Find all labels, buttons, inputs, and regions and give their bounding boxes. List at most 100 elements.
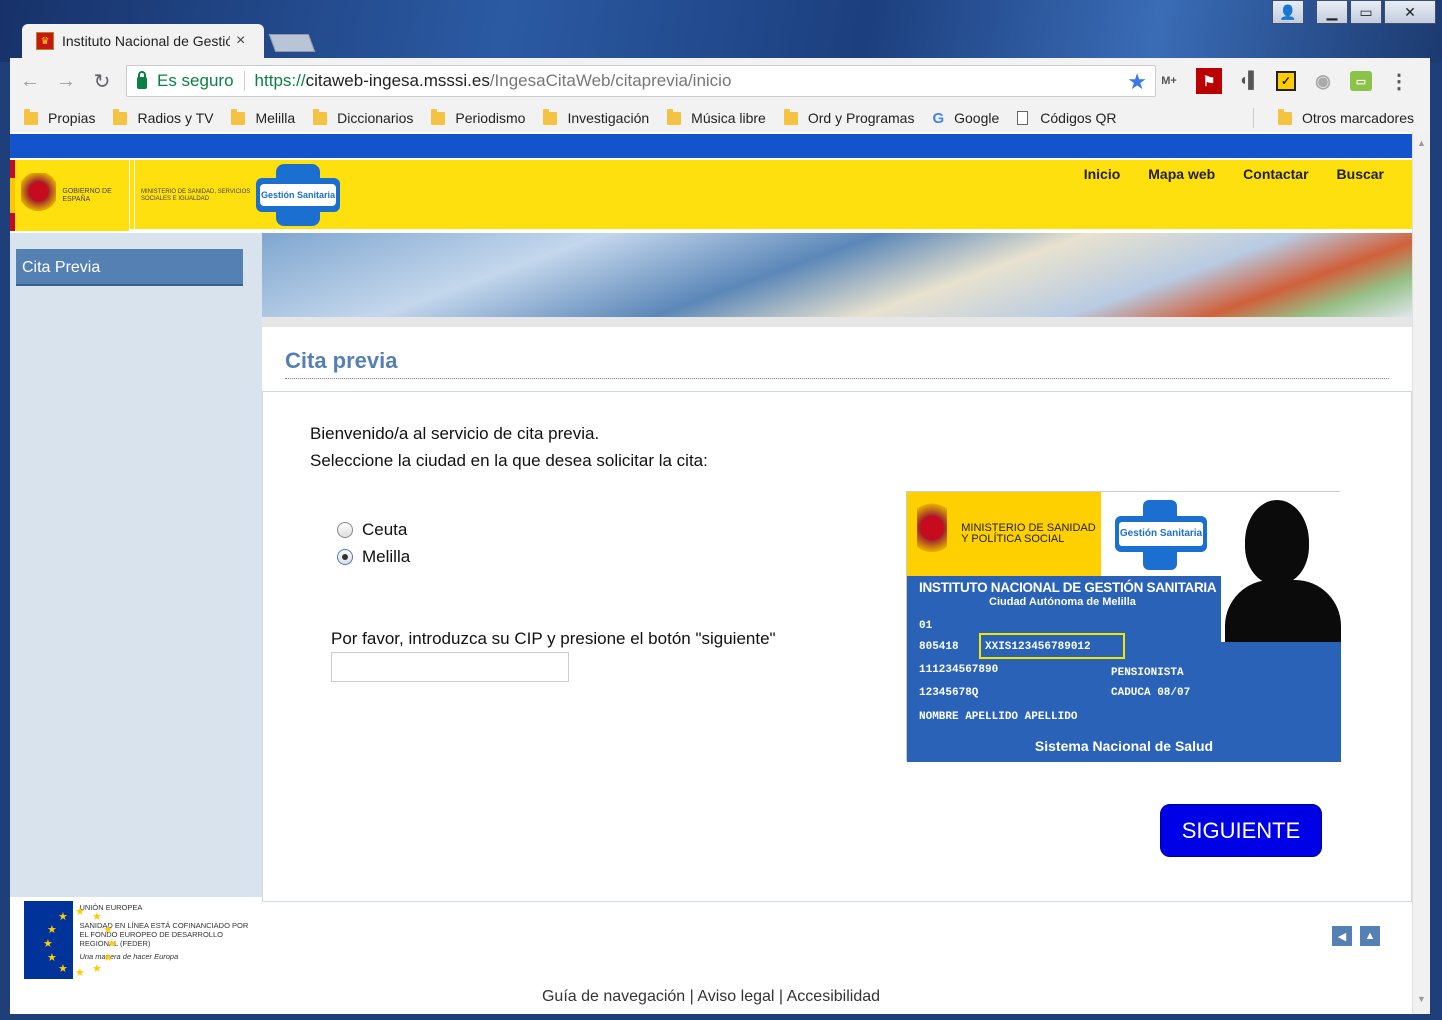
circle-extension-icon[interactable]: ◉ xyxy=(1310,68,1336,94)
bookmark-item[interactable]: Propias xyxy=(24,108,95,126)
url-path: /IngesaCitaWeb/citaprevia/inicio xyxy=(489,71,732,90)
cip-input[interactable] xyxy=(331,652,569,682)
top-navigation: Inicio Mapa web Contactar Buscar xyxy=(1084,166,1384,182)
bookmark-item[interactable]: Música libre xyxy=(667,108,766,126)
card-caduca: CADUCA 08/07 xyxy=(1111,687,1191,699)
browser-tab[interactable]: ♛ Instituto Nacional de Gestión Sanitari… xyxy=(22,24,264,58)
back-arrow-icon[interactable]: ← xyxy=(14,65,46,97)
address-bar[interactable]: Es seguro https:// citaweb-ingesa.msssi.… xyxy=(126,65,1156,97)
bookmark-item[interactable]: Radios y TV xyxy=(113,108,213,126)
ministry-logo[interactable]: Ministerio de Sanidad, Servicios Sociale… xyxy=(134,160,252,231)
nav-buscar[interactable]: Buscar xyxy=(1337,166,1384,182)
url-host: citaweb-ingesa.msssi.es xyxy=(305,71,490,90)
sidebar: Cita Previa ★ ★ ★ ★ ★ ★ ★ ★ ★ ★ ★ ★ Unió… xyxy=(10,233,262,979)
folder-icon xyxy=(113,108,128,125)
bookmark-item[interactable]: Melilla xyxy=(231,108,295,126)
close-tab-icon[interactable]: × xyxy=(236,32,245,50)
bookmarks-bar: Propias Radios y TV Melilla Diccionarios… xyxy=(10,104,1430,132)
card-coat-of-arms-icon xyxy=(917,503,948,565)
site-header: Gobierno de España Ministerio de Sanidad… xyxy=(10,160,1412,231)
tab-strip: ♛ Instituto Nacional de Gestión Sanitari… xyxy=(0,22,1442,58)
close-window-button[interactable]: ✕ xyxy=(1384,0,1436,24)
card-line-01: 01 xyxy=(919,620,933,632)
page-viewport: Gobierno de España Ministerio de Sanidad… xyxy=(10,132,1430,1014)
folder-icon xyxy=(543,108,558,125)
nav-contactar[interactable]: Contactar xyxy=(1243,166,1308,182)
bookmark-item[interactable]: Códigos QR xyxy=(1017,110,1117,126)
card-ciudad: Ciudad Autónoma de Melilla xyxy=(989,596,1136,608)
top-arrow-icon[interactable]: ▲ xyxy=(1360,926,1380,946)
footer-accesibilidad[interactable]: Accesibilidad xyxy=(787,988,880,1005)
welcome-line-2: Seleccione la ciudad en la que desea sol… xyxy=(310,451,708,470)
ministry-text: Ministerio de Sanidad, Servicios Sociale… xyxy=(141,188,251,202)
radio-ceuta[interactable] xyxy=(337,522,353,538)
bookmark-item[interactable]: G Google xyxy=(932,110,999,127)
spain-flag-stripe xyxy=(10,160,16,231)
maximize-button[interactable]: ▭ xyxy=(1350,0,1382,24)
check-extension-icon[interactable]: ✓ xyxy=(1276,71,1296,91)
profile-icon[interactable]: 👤 xyxy=(1272,0,1304,24)
nav-mapa-web[interactable]: Mapa web xyxy=(1148,166,1215,182)
bookmark-item[interactable]: Ord y Programas xyxy=(783,108,914,126)
sidebar-item-cita-previa[interactable]: Cita Previa xyxy=(16,249,243,286)
footer-links: Guía de navegación | Aviso legal | Acces… xyxy=(10,988,1412,1006)
eu-title: Unión Europea xyxy=(79,903,143,912)
minimize-button[interactable]: ▁ xyxy=(1316,0,1348,24)
page-nav-arrows: ◀ ▲ xyxy=(1332,926,1380,946)
gobierno-logo[interactable]: Gobierno de España xyxy=(10,160,130,231)
card-ministry-text: Ministerio de Sanidad y Política Social xyxy=(961,522,1096,545)
radio-option-ceuta[interactable]: Ceuta xyxy=(337,520,407,540)
footer-aviso-legal[interactable]: Aviso legal xyxy=(697,988,774,1005)
bookmark-star-icon[interactable]: ★ xyxy=(1127,69,1147,95)
radio-melilla[interactable] xyxy=(337,549,353,565)
folder-icon xyxy=(1277,108,1292,125)
reload-icon[interactable]: ↻ xyxy=(86,65,118,97)
top-blue-bar xyxy=(10,134,1412,158)
bookmark-item[interactable]: Investigación xyxy=(543,108,649,126)
browser-toolbar: ← → ↻ Es seguro https:// citaweb-ingesa.… xyxy=(10,58,1430,104)
radio-label-ceuta: Ceuta xyxy=(362,520,408,539)
card-cip-code: XXIS123456789012 xyxy=(985,641,1091,653)
radio-option-melilla[interactable]: Melilla xyxy=(337,547,410,567)
lock-icon xyxy=(137,70,147,89)
bookmark-item[interactable]: Periodismo xyxy=(431,108,525,126)
spain-shield-favicon-icon: ♛ xyxy=(36,32,54,50)
nav-inicio[interactable]: Inicio xyxy=(1084,166,1121,182)
back-arrow-icon[interactable]: ◀ xyxy=(1332,926,1352,946)
card-ingesa-logo: Gestión Sanitaria xyxy=(1101,492,1221,576)
card-line-num1: 111234567890 xyxy=(919,664,999,676)
document-icon xyxy=(1017,111,1029,125)
url-scheme: https:// xyxy=(254,71,306,90)
card-name: NOMBRE APELLIDO APELLIDO xyxy=(919,711,1078,723)
bookmark-item[interactable]: Diccionarios xyxy=(313,108,413,126)
other-bookmarks[interactable]: Otros marcadores xyxy=(1277,108,1414,126)
audio-extension-icon[interactable]: ◖▌ xyxy=(1236,68,1262,94)
silhouette-head xyxy=(1245,500,1309,584)
ingesa-logo[interactable]: Gestión Sanitaria xyxy=(256,164,340,226)
forward-arrow-icon[interactable]: → xyxy=(50,65,82,97)
eu-feder-logo: ★ ★ ★ ★ ★ ★ ★ ★ ★ ★ ★ ★ Unión Europea Sa… xyxy=(24,901,249,979)
siguiente-button[interactable]: SIGUIENTE xyxy=(1160,804,1322,857)
card-photo-silhouette-icon xyxy=(1221,492,1341,642)
content-panel: Bienvenido/a al servicio de cita previa.… xyxy=(262,391,1412,902)
card-line-num2: 12345678Q xyxy=(919,687,979,699)
browser-menu-icon[interactable]: ⋮ xyxy=(1386,68,1412,94)
cip-label: Por favor, introduzca su CIP y presione … xyxy=(331,629,776,648)
spain-coat-of-arms-icon xyxy=(21,172,57,219)
banner-divider xyxy=(262,317,1412,327)
footer-guia-navegacion[interactable]: Guía de navegación xyxy=(542,988,685,1005)
vertical-scrollbar[interactable]: ▲ ▼ xyxy=(1412,132,1430,1014)
green-extension-icon[interactable]: ▭ xyxy=(1350,71,1372,91)
page-title: Cita previa xyxy=(285,348,398,373)
card-pensionista: PENSIONISTA xyxy=(1111,667,1184,679)
extensions: M+ ⚑ ◖▌ ✓ ◉ ▭ ⋮ xyxy=(1156,68,1412,94)
card-ministry: Ministerio de Sanidad y Política Social xyxy=(907,492,1101,576)
folder-icon xyxy=(313,108,328,125)
scroll-down-icon[interactable]: ▼ xyxy=(1417,994,1426,1004)
welcome-line-1: Bienvenido/a al servicio de cita previa. xyxy=(310,424,600,443)
mplus-extension-icon[interactable]: M+ xyxy=(1156,68,1182,94)
pdf-extension-icon[interactable]: ⚑ xyxy=(1196,68,1222,94)
scroll-up-icon[interactable]: ▲ xyxy=(1417,138,1426,148)
new-tab-button[interactable] xyxy=(268,34,316,52)
health-card-example-image: Ministerio de Sanidad y Política Social … xyxy=(906,491,1341,762)
